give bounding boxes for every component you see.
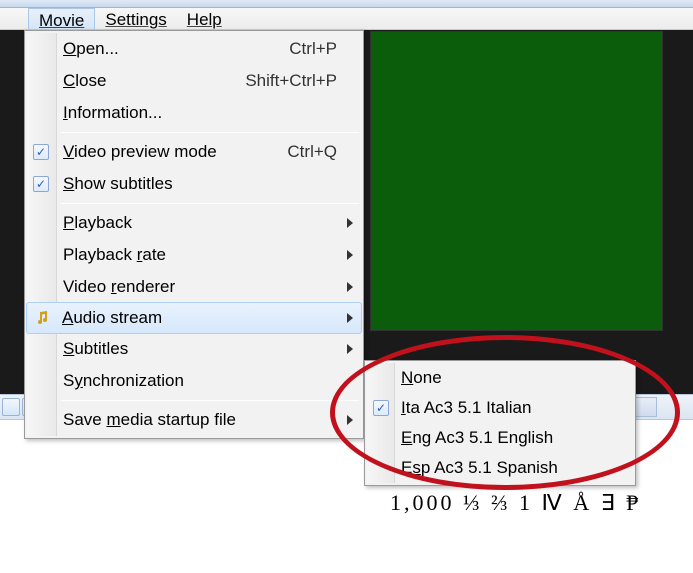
menu-label: Eng Ac3 5.1 English	[401, 428, 609, 448]
chevron-right-icon	[347, 282, 353, 292]
menu-item-show-subtitles[interactable]: ✓ Show subtitles	[27, 168, 361, 200]
menu-item-playback-rate[interactable]: Playback rate	[27, 239, 361, 271]
menu-separator	[61, 203, 359, 204]
menu-label: Ita Ac3 5.1 Italian	[401, 398, 609, 418]
menu-label: Esp Ac3 5.1 Spanish	[401, 458, 609, 478]
menu-label: None	[401, 368, 609, 388]
menu-shortcut: Ctrl+P	[289, 39, 337, 59]
menu-label: Playback	[63, 213, 337, 233]
video-preview-area	[370, 31, 663, 331]
document-sample-text: 1,000 ⅓ ⅔ 1 Ⅳ Å ∃ ₱	[390, 490, 641, 516]
menu-label: Close	[63, 71, 233, 91]
menu-item-open[interactable]: Open... Ctrl+P	[27, 33, 361, 65]
menu-label: Synchronization	[63, 371, 337, 391]
menu-label: Open...	[63, 39, 277, 59]
check-icon: ✓	[33, 144, 49, 160]
menubar: Movie Settings Help	[0, 8, 693, 30]
window-titlebar	[0, 0, 693, 8]
menu-label: Video preview mode	[63, 142, 275, 162]
chevron-right-icon	[347, 344, 353, 354]
check-icon: ✓	[373, 400, 389, 416]
menu-item-save-startup[interactable]: Save media startup file	[27, 404, 361, 436]
menu-item-close[interactable]: Close Shift+Ctrl+P	[27, 65, 361, 97]
menu-shortcut: Shift+Ctrl+P	[245, 71, 337, 91]
audio-stream-submenu: None ✓ Ita Ac3 5.1 Italian Eng Ac3 5.1 E…	[364, 360, 636, 486]
chevron-right-icon	[347, 415, 353, 425]
movie-menu: Open... Ctrl+P Close Shift+Ctrl+P Inform…	[24, 30, 364, 439]
menu-label: Information...	[63, 103, 337, 123]
menu-item-information[interactable]: Information...	[27, 97, 361, 129]
menu-item-synchronization[interactable]: Synchronization	[27, 365, 361, 397]
prev-button[interactable]	[2, 398, 20, 416]
menu-item-video-renderer[interactable]: Video renderer	[27, 271, 361, 303]
menu-label: Save media startup file	[63, 410, 337, 430]
menu-label: Subtitles	[63, 339, 337, 359]
chevron-right-icon	[347, 218, 353, 228]
submenu-item-eng[interactable]: Eng Ac3 5.1 English	[367, 423, 633, 453]
menu-item-audio-stream[interactable]: Audio stream	[26, 302, 362, 334]
menu-item-playback[interactable]: Playback	[27, 207, 361, 239]
menubar-item-movie[interactable]: Movie	[28, 8, 95, 29]
chevron-right-icon	[347, 250, 353, 260]
menu-label: Playback rate	[63, 245, 337, 265]
music-note-icon	[34, 310, 50, 326]
submenu-item-esp[interactable]: Esp Ac3 5.1 Spanish	[367, 453, 633, 483]
menu-label: Show subtitles	[63, 174, 337, 194]
menu-item-video-preview[interactable]: ✓ Video preview mode Ctrl+Q	[27, 136, 361, 168]
submenu-item-none[interactable]: None	[367, 363, 633, 393]
submenu-item-ita[interactable]: ✓ Ita Ac3 5.1 Italian	[367, 393, 633, 423]
menu-separator	[61, 132, 359, 133]
check-icon: ✓	[33, 176, 49, 192]
menu-shortcut: Ctrl+Q	[287, 142, 337, 162]
menu-item-subtitles[interactable]: Subtitles	[27, 333, 361, 365]
menubar-item-help[interactable]: Help	[177, 8, 232, 29]
menu-separator	[61, 400, 359, 401]
menu-label: Audio stream	[62, 308, 338, 328]
chevron-right-icon	[347, 313, 353, 323]
menubar-item-settings[interactable]: Settings	[95, 8, 176, 29]
menu-label: Video renderer	[63, 277, 337, 297]
